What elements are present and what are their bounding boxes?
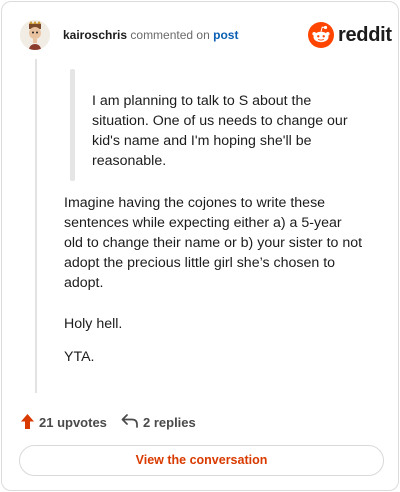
comment-paragraph: Imagine having the cojones to write thes… bbox=[64, 195, 363, 291]
avatar-icon bbox=[20, 20, 50, 50]
reddit-logo-icon bbox=[308, 22, 334, 48]
post-link[interactable]: post bbox=[213, 28, 238, 42]
reply-arrow-icon bbox=[121, 414, 138, 428]
reddit-brand[interactable]: reddit bbox=[308, 22, 392, 48]
quoted-text: I am planning to talk to S about the sit… bbox=[92, 93, 348, 169]
thread-line bbox=[35, 59, 37, 393]
avatar[interactable] bbox=[20, 20, 50, 50]
quote-bar bbox=[70, 69, 75, 181]
upvote-arrow-icon bbox=[21, 414, 34, 429]
comment-meta: kairoschris commented on post bbox=[63, 28, 238, 42]
meta-action-text: commented on bbox=[130, 28, 210, 42]
view-conversation-button[interactable]: View the conversation bbox=[19, 445, 384, 476]
comment-paragraph: Holy hell. bbox=[64, 316, 123, 332]
reddit-wordmark: reddit bbox=[338, 24, 392, 46]
replies-count: 2 replies bbox=[143, 415, 196, 430]
username-link[interactable]: kairoschris bbox=[63, 28, 127, 42]
upvotes-count: 21 upvotes bbox=[39, 415, 107, 430]
comment-header: kairoschris commented on post reddit bbox=[20, 20, 392, 50]
comment-card: kairoschris commented on post reddit I a… bbox=[1, 1, 399, 491]
comment-paragraph: YTA. bbox=[64, 349, 95, 365]
